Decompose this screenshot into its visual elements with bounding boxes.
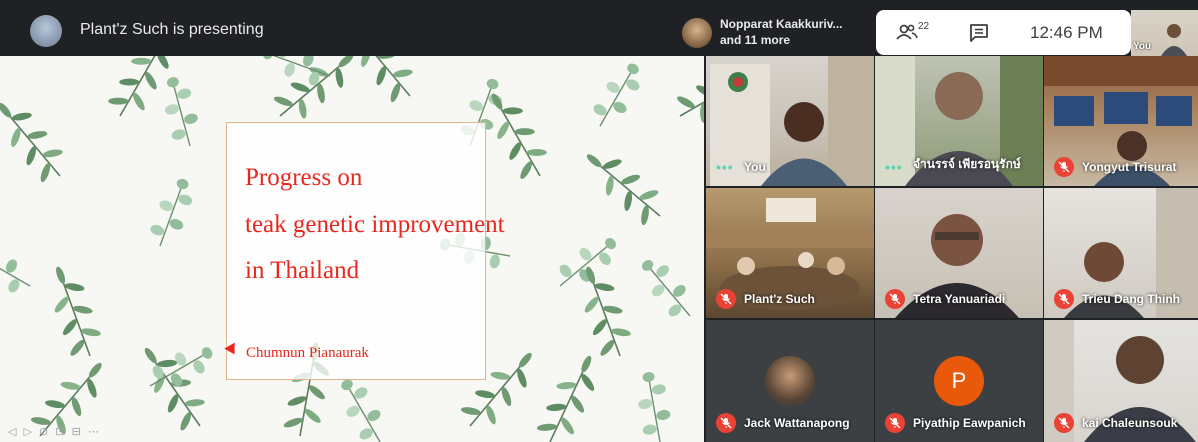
muted-indicator: [716, 289, 736, 309]
participant-name: Trieu Dang Thinh: [1082, 292, 1180, 306]
participant-name: Yongyut Trisurat: [1082, 160, 1177, 174]
slide-navigation-controls[interactable]: ◁ ▷ ⊘ ⊡ ⊟ ⋯: [8, 425, 101, 438]
mic-off-icon: [1058, 161, 1070, 173]
video-tile-participant-5[interactable]: Tetra Yanuariadi: [875, 188, 1043, 318]
chat-button[interactable]: [968, 22, 990, 44]
participant-name: Tetra Yanuariadi: [913, 292, 1006, 306]
slide-title-line-3: in Thailand: [245, 257, 360, 284]
video-tile-participant-6[interactable]: Trieu Dang Thinh: [1044, 188, 1198, 318]
mic-off-icon: [1058, 417, 1070, 429]
video-tile-plantz-such[interactable]: Plant'z Such: [706, 188, 874, 318]
clock: 12:46 PM: [1030, 23, 1103, 42]
slide-title-box: [226, 122, 486, 380]
speaking-indicator: •••: [716, 159, 734, 175]
participant-avatar: P: [934, 356, 984, 406]
top-bar: Plant'z Such is presenting Nopparat Kaak…: [0, 0, 1198, 56]
muted-indicator: [716, 413, 736, 433]
participant-name: Jack Wattanapong: [744, 416, 850, 430]
participants-name: Nopparat Kaakkuriv...: [720, 17, 843, 31]
muted-indicator: [1054, 289, 1074, 309]
video-tile-you[interactable]: ••• You: [706, 56, 874, 186]
participant-name: Piyathip Eawpanich: [913, 416, 1026, 430]
participants-more: and 11 more: [720, 33, 791, 47]
video-tile-participant-7[interactable]: Jack Wattanapong: [706, 320, 874, 442]
participant-name: จำนรรจ์ เพียรอนุรักษ์: [913, 157, 1021, 171]
meeting-controls: 22 12:46 PM: [876, 10, 1131, 55]
presenter-avatar: [30, 15, 62, 47]
muted-indicator: [885, 289, 905, 309]
participants-chip[interactable]: Nopparat Kaakkuriv... and 11 more: [680, 12, 870, 52]
mic-off-icon: [720, 417, 732, 429]
participant-name: Plant'z Such: [744, 292, 815, 306]
slide-author: Chumnun Pianaurak: [246, 345, 369, 361]
muted-indicator: [1054, 413, 1074, 433]
video-tile-participant-3[interactable]: Yongyut Trisurat: [1044, 56, 1198, 186]
participant-avatar: [765, 356, 815, 406]
slide-title-line-1: Progress on: [245, 164, 363, 191]
slide-title-line-2: teak genetic improvement: [245, 211, 505, 238]
people-count: 22: [918, 21, 930, 32]
presenting-label: Plant'z Such is presenting: [80, 21, 264, 38]
speaking-indicator: •••: [885, 159, 903, 175]
video-tile-participant-2[interactable]: ••• จำนรรจ์ เพียรอนุรักษ์: [875, 56, 1043, 186]
self-label: You: [1133, 41, 1152, 52]
participant-name: You: [744, 160, 766, 174]
muted-indicator: [1054, 157, 1074, 177]
mic-off-icon: [889, 417, 901, 429]
muted-indicator: [885, 413, 905, 433]
participant-avatar: [682, 18, 712, 48]
mic-off-icon: [1058, 293, 1070, 305]
self-view[interactable]: You: [1131, 10, 1198, 56]
self-video-person: [1161, 24, 1187, 56]
mic-off-icon: [889, 293, 901, 305]
people-icon: [896, 24, 918, 40]
video-tile-participant-9[interactable]: kai Chaleunsouk: [1044, 320, 1198, 442]
participant-name: kai Chaleunsouk: [1082, 416, 1178, 430]
people-button[interactable]: 22: [896, 21, 936, 45]
mic-off-icon: [720, 293, 732, 305]
video-tile-participant-8[interactable]: P Piyathip Eawpanich: [875, 320, 1043, 442]
chat-icon: [970, 24, 988, 42]
presentation-slide: Progress on teak genetic improvement in …: [0, 56, 704, 442]
